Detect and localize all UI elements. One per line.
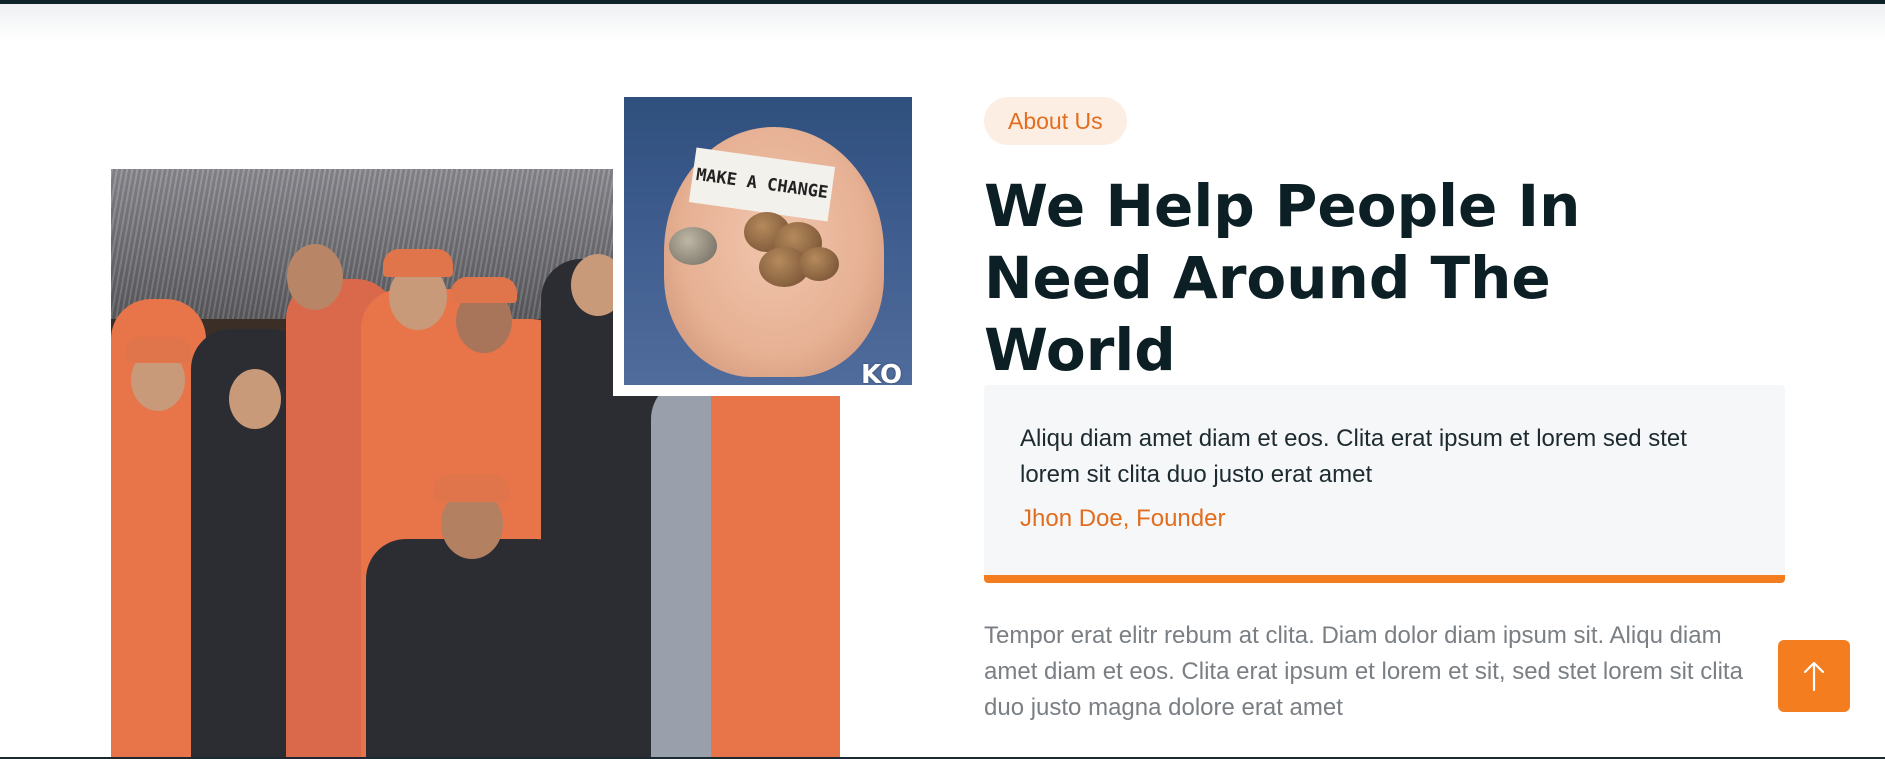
back-to-top-button[interactable]	[1778, 640, 1850, 712]
arrow-up-icon	[1803, 661, 1825, 692]
volunteer-cap	[125, 337, 191, 363]
section-badge: About Us	[984, 97, 1127, 145]
volunteer-cap	[383, 249, 453, 277]
section-title: We Help People In Need Around The World	[984, 172, 1581, 384]
quote-author: Jhon Doe, Founder	[1020, 505, 1226, 532]
volunteer-cap	[433, 474, 509, 502]
make-a-change-photo: MAKE A CHANGE	[624, 97, 912, 385]
coin	[669, 227, 717, 265]
founder-quote-box: Aliqu diam amet diam et eos. Clita erat …	[984, 385, 1785, 583]
volunteer-cap	[451, 277, 517, 303]
coin	[799, 247, 839, 281]
about-body-text: Tempor erat elitr rebum at clita. Diam d…	[984, 622, 1743, 721]
volunteer-front	[366, 539, 576, 759]
volunteer-head	[229, 369, 281, 429]
volunteer-head	[287, 244, 343, 310]
quote-text: Aliqu diam amet diam et eos. Clita erat …	[1020, 425, 1687, 488]
photo-watermark: KO	[861, 360, 903, 390]
navbar-shadow	[0, 4, 1885, 40]
